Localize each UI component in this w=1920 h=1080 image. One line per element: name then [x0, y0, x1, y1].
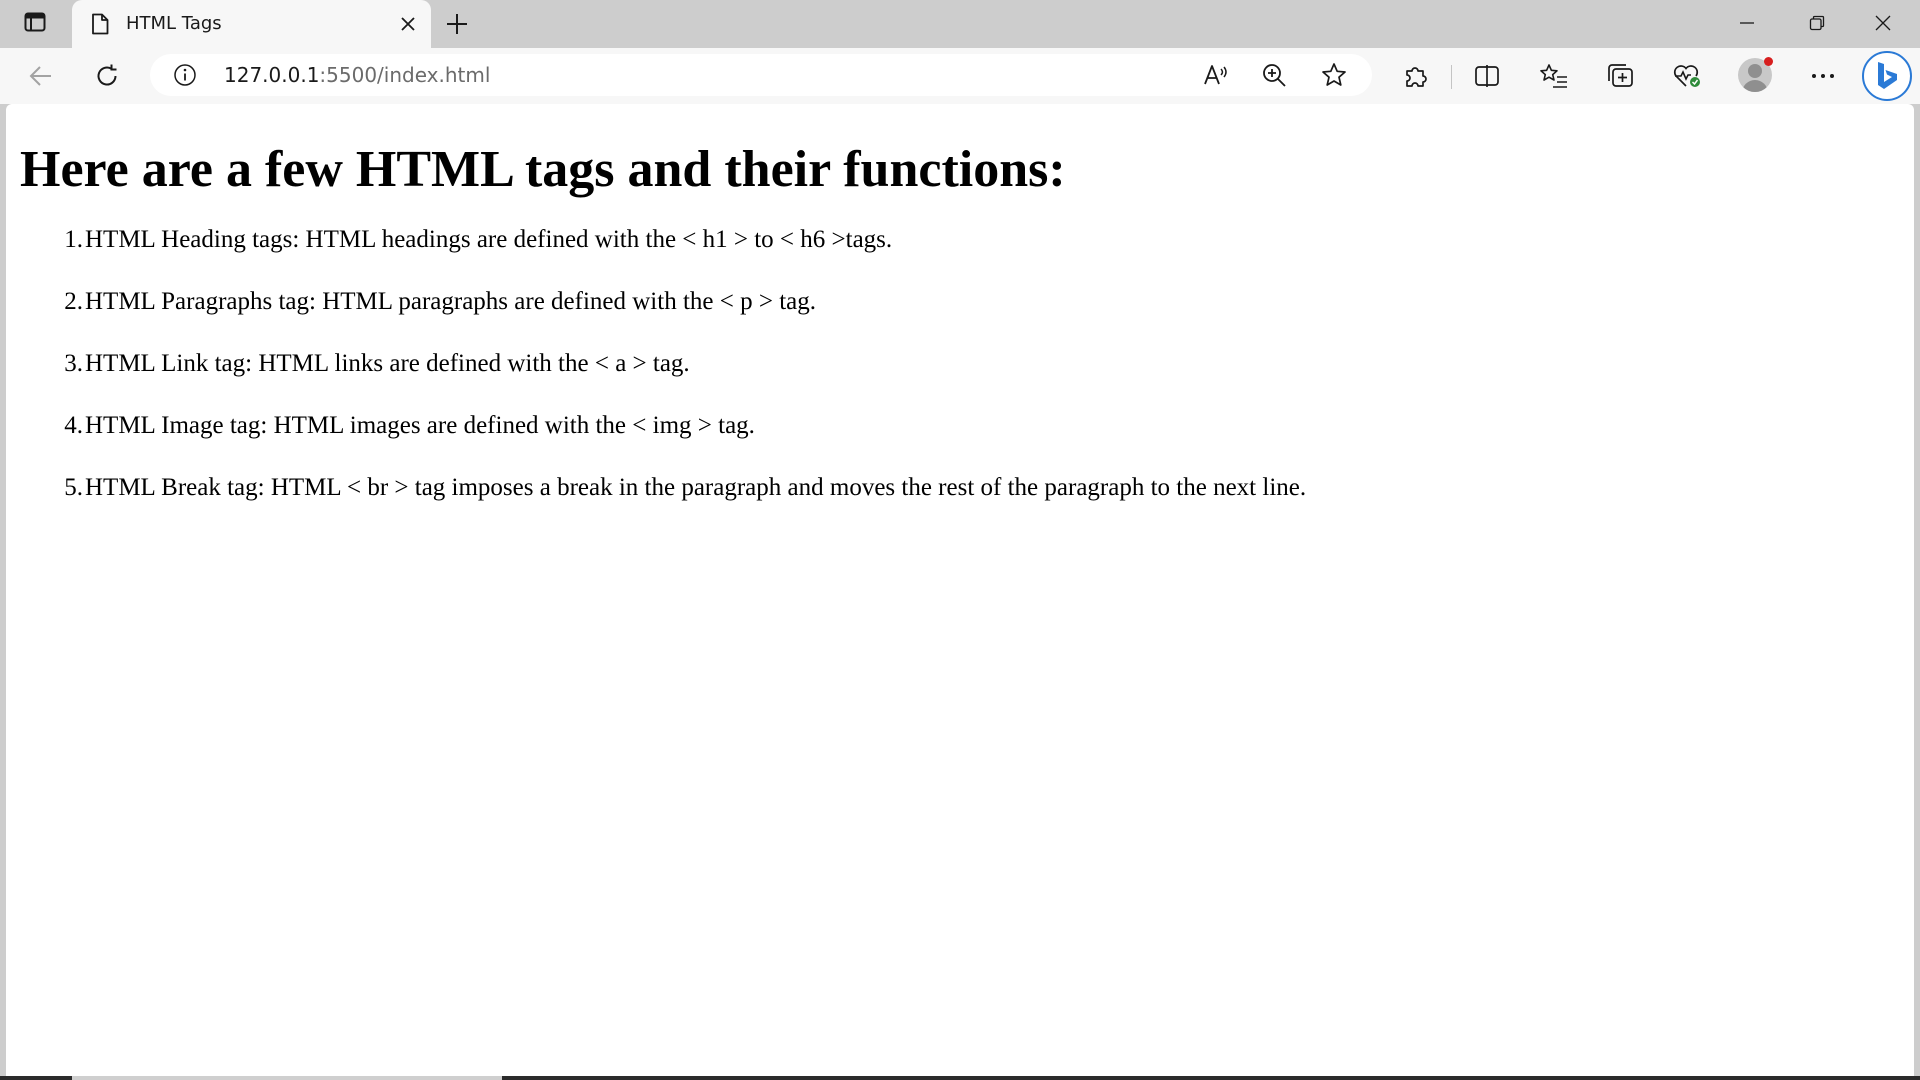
- profile-notification-badge: [1764, 57, 1773, 66]
- minimize-button[interactable]: [1716, 0, 1778, 46]
- close-icon: [401, 17, 415, 31]
- list-item-text: HTML Image tag: HTML images are defined …: [85, 412, 755, 439]
- tab-html-tags[interactable]: HTML Tags: [72, 0, 431, 49]
- tab-title: HTML Tags: [126, 13, 222, 34]
- bing-icon: [1878, 62, 1897, 89]
- refresh-icon: [97, 64, 117, 86]
- list-item-text: HTML Heading tags: HTML headings are def…: [85, 226, 893, 253]
- list-item-number: 3.: [64, 350, 83, 377]
- list-item-number: 1.: [64, 226, 83, 253]
- browser-essentials-button[interactable]: [1666, 55, 1708, 97]
- list-item-text: HTML Break tag: HTML < br > tag imposes …: [85, 474, 1307, 501]
- tab-actions-icon: [24, 12, 46, 36]
- close-window-button[interactable]: [1852, 0, 1914, 46]
- info-icon[interactable]: [172, 62, 198, 88]
- collections-button[interactable]: [1600, 55, 1642, 97]
- collections-icon: [1608, 64, 1633, 87]
- refresh-button[interactable]: [86, 55, 128, 97]
- minimize-icon: [1740, 22, 1754, 24]
- back-button[interactable]: [20, 55, 62, 97]
- page-heading: Here are a few HTML tags and their funct…: [20, 141, 1066, 198]
- url-text[interactable]: 127.0.0.1:5500/index.html: [224, 63, 490, 87]
- toolbar: 127.0.0.1:5500/index.html: [0, 48, 1920, 104]
- tab-actions-button[interactable]: [14, 9, 56, 39]
- heart-pulse-icon: [1673, 65, 1700, 87]
- tab-close-button[interactable]: [395, 11, 421, 37]
- avatar-body: [1742, 80, 1768, 92]
- tab-strip: HTML Tags: [0, 0, 1920, 49]
- plus-icon: [447, 14, 467, 34]
- more-dots-icon: [1812, 74, 1834, 78]
- settings-menu-button[interactable]: [1802, 55, 1844, 97]
- zoom-in-icon[interactable]: [1258, 60, 1290, 90]
- list-item-number: 2.: [64, 288, 83, 315]
- restore-button[interactable]: [1786, 0, 1848, 46]
- extensions-button[interactable]: [1394, 55, 1436, 97]
- split-screen-icon: [1475, 65, 1499, 87]
- page-viewport: Here are a few HTML tags and their funct…: [6, 104, 1914, 1076]
- list-item-text: HTML Link tag: HTML links are defined wi…: [85, 350, 690, 377]
- avatar-head: [1748, 64, 1762, 78]
- url-host: 127.0.0.1: [224, 63, 320, 87]
- address-bar[interactable]: 127.0.0.1:5500/index.html: [150, 54, 1372, 96]
- split-screen-button[interactable]: [1466, 55, 1508, 97]
- copilot-button[interactable]: [1862, 51, 1912, 101]
- taskbar-edge-highlight: [72, 1076, 502, 1080]
- restore-icon: [1809, 15, 1825, 31]
- puzzle-icon: [1406, 67, 1427, 87]
- read-aloud-icon[interactable]: [1200, 60, 1232, 90]
- favorites-button[interactable]: [1533, 55, 1575, 97]
- back-arrow-icon: [29, 66, 51, 86]
- list-item-text: HTML Paragraphs tag: HTML paragraphs are…: [85, 288, 816, 315]
- url-path: :5500/index.html: [319, 63, 491, 87]
- toolbar-separator: [1451, 65, 1452, 89]
- list-item-number: 4.: [64, 412, 83, 439]
- favorites-list-icon: [1540, 64, 1567, 88]
- page-icon: [89, 12, 111, 36]
- new-tab-button[interactable]: [439, 8, 475, 40]
- close-icon: [1875, 15, 1891, 31]
- list-item-number: 5.: [64, 474, 83, 501]
- star-icon[interactable]: [1318, 60, 1350, 90]
